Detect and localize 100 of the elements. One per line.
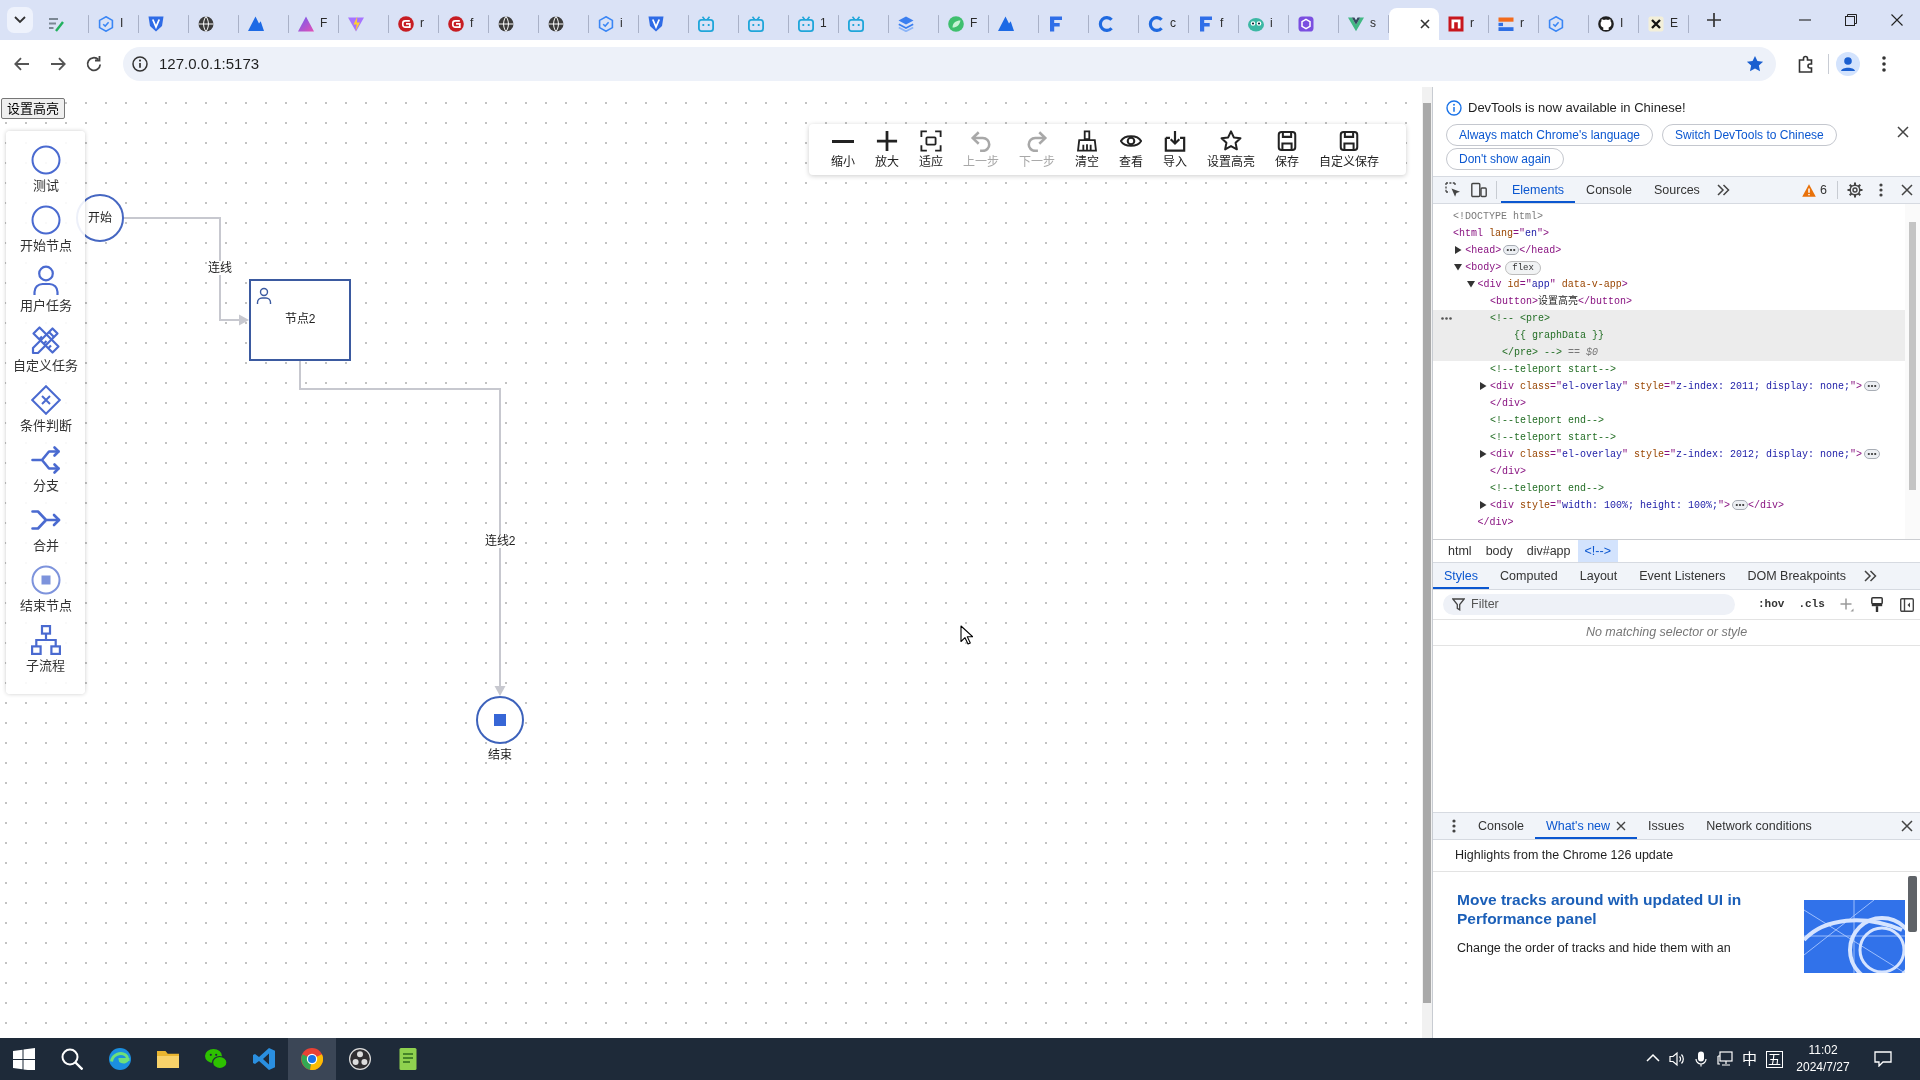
- breadcrumb-item[interactable]: html: [1441, 540, 1479, 562]
- restore-icon: [1845, 14, 1857, 26]
- toggle-button[interactable]: .cls: [1793, 597, 1830, 612]
- palette-item[interactable]: 条件判断: [6, 385, 85, 445]
- panel-tab[interactable]: Sources: [1643, 177, 1711, 203]
- toolbar-button[interactable]: 设置高亮: [1207, 130, 1255, 169]
- collapsed-arrow-icon[interactable]: [1454, 246, 1463, 255]
- palette-item[interactable]: 开始节点: [6, 205, 85, 265]
- palette-item[interactable]: 用户任务: [6, 265, 85, 325]
- expanded-arrow-icon[interactable]: [1454, 263, 1463, 272]
- filter-input[interactable]: Filter: [1471, 596, 1711, 613]
- collapsed-arrow-icon[interactable]: [1478, 450, 1487, 459]
- dom-tree-node[interactable]: <button>设置高亮</button>: [1433, 293, 1905, 310]
- dom-tree-node[interactable]: </div>: [1433, 514, 1905, 531]
- sidebar-tab[interactable]: Layout: [1568, 563, 1629, 589]
- close-icon[interactable]: [1616, 821, 1627, 831]
- sidebar-tab[interactable]: Computed: [1489, 563, 1569, 589]
- toolbar-button[interactable]: 保存: [1275, 130, 1299, 169]
- task-node[interactable]: [249, 279, 351, 361]
- scrollbar[interactable]: [1905, 204, 1920, 539]
- issues-counter-button[interactable]: 6: [1796, 181, 1833, 199]
- dom-tree-node[interactable]: <div style="width: 100%; height: 100%;"> </div>: [1433, 497, 1905, 514]
- breadcrumb-item[interactable]: <!-->: [1577, 540, 1618, 562]
- drawer-tab[interactable]: Network conditions: [1695, 813, 1823, 839]
- ellipsis-icon[interactable]: [1503, 245, 1520, 256]
- toolbar-button[interactable]: 缩小: [831, 130, 855, 169]
- collapsed-arrow-icon[interactable]: [1478, 501, 1487, 510]
- globe-icon: [198, 16, 214, 32]
- panel-tab[interactable]: Elements: [1501, 177, 1576, 203]
- breadcrumb-item[interactable]: div#app: [1519, 540, 1578, 562]
- infobar-button[interactable]: Always match Chrome's language: [1446, 124, 1654, 146]
- infobar-button[interactable]: Switch DevTools to Chinese: [1662, 124, 1837, 146]
- ellipsis-icon[interactable]: [1732, 500, 1748, 511]
- dom-tree-node[interactable]: <!DOCTYPE html>: [1433, 208, 1905, 225]
- address-bar[interactable]: 127.0.0.1:5173: [123, 46, 1776, 81]
- filter-field[interactable]: Filter: [1443, 594, 1735, 615]
- triangle-icon: [298, 16, 314, 32]
- drawer-tab[interactable]: Console: [1467, 813, 1535, 839]
- palette-item[interactable]: 自定义任务: [6, 325, 85, 385]
- dom-tree-node[interactable]: <body> flex: [1433, 259, 1905, 276]
- dom-tree-node[interactable]: <div class="el-overlay" style="z-index: 2011; display: none;"> </div>: [1433, 378, 1905, 412]
- input-mode-indicator[interactable]: 五: [1766, 1050, 1783, 1068]
- scrollbar-thumb[interactable]: [1423, 103, 1431, 1003]
- dom-tree-node[interactable]: <div id="app" data-v-app>: [1433, 276, 1905, 293]
- drawer-tab[interactable]: Issues: [1637, 813, 1696, 839]
- palette-item[interactable]: 结束节点: [6, 565, 85, 625]
- toolbar-button[interactable]: 查看: [1119, 130, 1143, 169]
- toolbar-button[interactable]: 导入: [1163, 130, 1187, 169]
- palette-item[interactable]: 分支: [6, 445, 85, 505]
- mouse-pointer-icon: [960, 625, 973, 645]
- toolbar-button[interactable]: 放大: [875, 130, 899, 169]
- ellipsis-icon[interactable]: [1864, 449, 1881, 460]
- layout-badge[interactable]: flex: [1505, 261, 1541, 275]
- toolbar-button[interactable]: 自定义保存: [1319, 130, 1379, 169]
- dom-tree-node[interactable]: <!--teleport end-->: [1433, 480, 1905, 497]
- dom-tree-node[interactable]: <!--teleport end-->: [1433, 412, 1905, 429]
- language-indicator[interactable]: 中: [1737, 1049, 1761, 1069]
- devices-icon: [1471, 182, 1487, 198]
- more-vert-icon: [1882, 55, 1886, 72]
- scrollbar-thumb[interactable]: [1909, 222, 1916, 490]
- article-heading[interactable]: Move tracks around with updated UI in Performance panel: [1457, 890, 1757, 928]
- fit-view-icon: [920, 130, 942, 152]
- dom-tree-node[interactable]: <div class="el-overlay" style="z-index: 2012; display: none;"> </div>: [1433, 446, 1905, 480]
- expanded-arrow-icon[interactable]: [1466, 280, 1475, 289]
- dom-tree-node[interactable]: <html lang="en">: [1433, 225, 1905, 242]
- sidebar-tab[interactable]: DOM Breakpoints: [1736, 563, 1858, 589]
- dom-tree-node[interactable]: <!--teleport start-->: [1433, 429, 1905, 446]
- close-icon[interactable]: [1420, 19, 1430, 29]
- more-icon[interactable]: [1441, 317, 1452, 320]
- sidebar-tab[interactable]: Styles: [1433, 563, 1490, 589]
- end-event-node[interactable]: [476, 696, 524, 744]
- node-label: 开始: [88, 211, 112, 225]
- tv-icon: [798, 16, 814, 32]
- drawer-tab[interactable]: What's new: [1534, 813, 1638, 839]
- dom-tree-node[interactable]: <!--teleport start-->: [1433, 361, 1905, 378]
- sidebar-tab[interactable]: Event Listeners: [1628, 563, 1737, 589]
- toggle-button[interactable]: :hov: [1753, 597, 1790, 612]
- double-chevron-icon: [1863, 570, 1877, 582]
- dom-tree-node[interactable]: <head> </head>: [1433, 242, 1905, 259]
- dom-tree-node[interactable]: <!-- <pre> {{ graphData }} </pre> --> == $0: [1433, 310, 1905, 361]
- disc-logo-icon: [349, 1048, 371, 1070]
- hexagon-icon: [98, 16, 114, 32]
- shield-icon: [148, 16, 164, 32]
- toolbar-button[interactable]: 适应: [919, 130, 943, 169]
- ellipsis-icon[interactable]: [1864, 381, 1881, 392]
- collapsed-arrow-icon[interactable]: [1478, 382, 1487, 391]
- panel-tab[interactable]: Console: [1575, 177, 1643, 203]
- warning-icon: [1802, 183, 1817, 197]
- palette-item[interactable]: 测试: [6, 145, 85, 205]
- user-icon: [256, 287, 272, 305]
- infobar-button[interactable]: Don't show again: [1446, 148, 1564, 170]
- highlight-button[interactable]: 设置高亮: [1, 98, 65, 119]
- palette-item[interactable]: 合并: [6, 505, 85, 565]
- split-arrows-icon: [30, 445, 61, 475]
- palette-item[interactable]: 子流程: [6, 625, 85, 685]
- scrollbar-thumb[interactable]: [1908, 876, 1917, 932]
- toolbar-button[interactable]: 清空: [1075, 130, 1099, 169]
- tab-search-button[interactable]: [7, 7, 33, 33]
- scrollbar[interactable]: [1422, 87, 1432, 1038]
- breadcrumb-item[interactable]: body: [1478, 540, 1520, 562]
